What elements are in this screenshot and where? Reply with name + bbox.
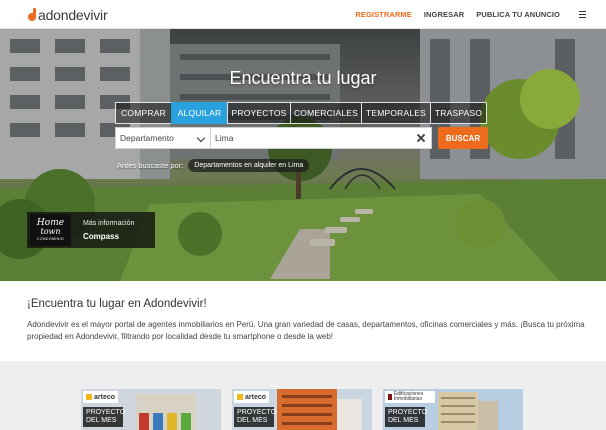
- promo-company: Compass: [83, 231, 120, 241]
- intro-section: ¡Encuentra tu lugar en Adondevivir! Adon…: [0, 281, 606, 361]
- tab-temporales[interactable]: TEMPORALES: [361, 102, 430, 124]
- sponsor-promo[interactable]: Home town CONDOMINIO Más información Com…: [27, 212, 155, 248]
- chevron-down-icon: [196, 133, 206, 143]
- hamburger-menu-icon[interactable]: [572, 0, 592, 29]
- top-header: adondevivir REGISTRARME INGRESAR PUBLICA…: [0, 0, 606, 29]
- brand-badge: arteco: [83, 391, 119, 403]
- search-button[interactable]: BUSCAR: [438, 127, 488, 149]
- location-input[interactable]: [215, 133, 405, 143]
- clear-icon[interactable]: [416, 133, 426, 143]
- featured-card[interactable]: arteco PROYECTO DEL MES: [81, 389, 221, 430]
- tab-proyectos[interactable]: PROYECTOS: [227, 102, 290, 124]
- hero-title: Encuentra tu lugar: [229, 68, 377, 88]
- tab-comerciales[interactable]: COMERCIALES: [290, 102, 361, 124]
- tab-alquilar[interactable]: ALQUILAR: [171, 102, 227, 124]
- top-nav: REGISTRARME INGRESAR PUBLICA TU ANUNCIO: [355, 0, 606, 29]
- intro-heading: ¡Encuentra tu lugar en Adondevivir!: [27, 298, 207, 310]
- featured-projects: arteco PROYECTO DEL MES arteco PROYECTO …: [0, 361, 606, 430]
- featured-card[interactable]: Edificaciones Inmobiliarias PROYECTO DEL…: [383, 389, 523, 430]
- recent-label: Antes buscaste por:: [117, 161, 184, 170]
- tab-comprar[interactable]: COMPRAR: [115, 102, 171, 124]
- brand-badge: arteco: [234, 391, 270, 403]
- hometown-logo: Home town CONDOMINIO: [30, 214, 71, 246]
- property-type-value: Departamento: [120, 133, 174, 143]
- intro-body: Adondevivir es el mayor portal de agente…: [27, 320, 585, 341]
- project-of-month-tag: PROYECTO DEL MES: [234, 407, 276, 427]
- recent-searches: Antes buscaste por: Departamentos en alq…: [117, 159, 310, 172]
- property-type-select[interactable]: Departamento: [115, 127, 211, 149]
- search-form: Departamento BUSCAR: [115, 127, 488, 149]
- hero-banner: Encuentra tu lugar COMPRAR ALQUILAR PROY…: [0, 29, 606, 281]
- recent-search-chip[interactable]: Departamentos en alquiler en Lima: [188, 159, 310, 172]
- login-link[interactable]: INGRESAR: [424, 10, 464, 19]
- site-logo[interactable]: adondevivir: [27, 7, 108, 23]
- operation-tabs: COMPRAR ALQUILAR PROYECTOS COMERCIALES T…: [115, 102, 487, 124]
- publish-link[interactable]: PUBLICA TU ANUNCIO: [476, 10, 560, 19]
- location-field: [211, 127, 432, 149]
- project-of-month-tag: PROYECTO DEL MES: [83, 407, 125, 427]
- project-of-month-tag: PROYECTO DEL MES: [385, 407, 427, 427]
- register-link[interactable]: REGISTRARME: [355, 10, 412, 19]
- logo-text: adondevivir: [38, 7, 108, 23]
- logo-pin-icon: [27, 8, 37, 22]
- brand-badge: Edificaciones Inmobiliarias: [385, 391, 435, 403]
- featured-card[interactable]: arteco PROYECTO DEL MES: [232, 389, 372, 430]
- promo-more-info: Más información: [83, 219, 135, 227]
- tab-traspaso[interactable]: TRASPASO: [430, 102, 487, 124]
